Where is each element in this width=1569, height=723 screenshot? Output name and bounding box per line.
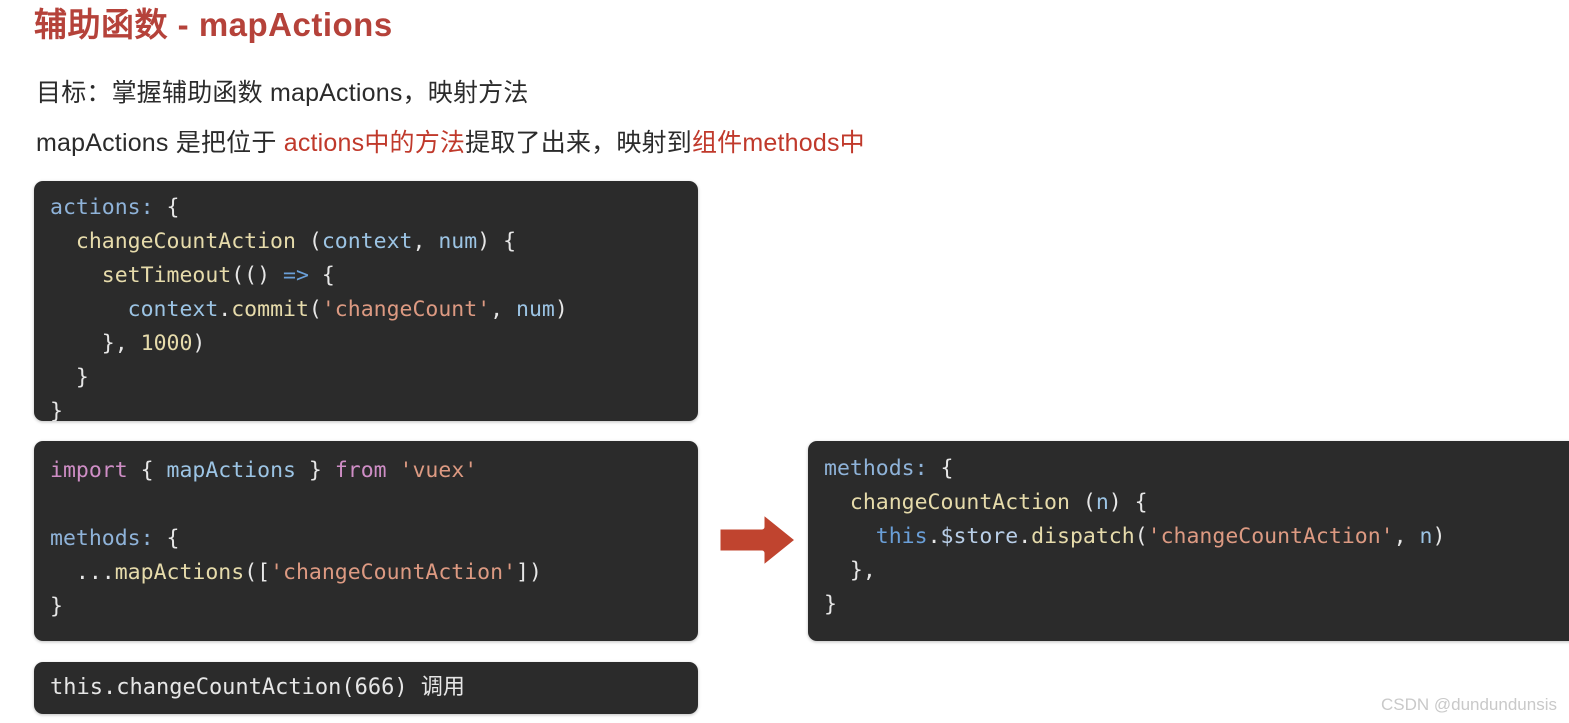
code-token-import-brace-close: } (295, 458, 335, 483)
code-token-from-keyword: from (334, 458, 387, 483)
code-token-fn-name: changeCountAction (75, 229, 296, 254)
code-token-param-num: num (438, 229, 478, 254)
desc-suffix: 中 (839, 129, 865, 157)
code-token-result-close-fn: }, (849, 558, 876, 583)
description-line: mapActions 是把位于 actions中的方法提取了出来，映射到组件me… (36, 123, 865, 159)
goal-line: 目标：掌握辅助函数 mapActions，映射方法 (36, 73, 529, 109)
code-token-commit-open: ( (308, 297, 322, 322)
code-call-text: this.changeCountAction(666) 调用 (50, 675, 465, 700)
code-token-mapactions-close: ]) (516, 560, 542, 585)
code-token-spread: ... (75, 560, 115, 585)
code-token-paren-close: ) { (477, 229, 517, 254)
desc-middle: 提取了出来，映射到 (465, 129, 692, 157)
code-token-result-close-methods: } (824, 592, 837, 617)
page-title: 辅助函数 - mapActions (34, 6, 393, 43)
code-token-commit: commit (231, 297, 309, 322)
code-token-number-1000: 1000 (140, 331, 193, 356)
desc-prefix: mapActions 是把位于 (36, 129, 284, 157)
code-token-result-paren-close: ) { (1108, 490, 1148, 515)
code-token-actions-key: actions: (50, 195, 154, 220)
code-token-string-changecount: 'changeCount' (321, 297, 491, 322)
code-token-this-dot: . (927, 524, 941, 549)
watermark: CSDN @dundundunsis (1380, 695, 1557, 714)
code-token-dispatch-string: 'changeCountAction' (1147, 524, 1394, 549)
code-token-result-fn-name: changeCountAction (849, 490, 1070, 515)
code-token-context-obj: context (127, 297, 219, 322)
code-token-settimeout-brace: { (308, 263, 335, 288)
code-token-import-name: mapActions (166, 458, 296, 483)
code-token-mapactions-call: mapActions (114, 560, 245, 585)
code-token-result-methods-key: methods: (824, 456, 928, 481)
code-token-dispatch-open: ( (1134, 524, 1148, 549)
code-token-methods-key: methods: (50, 526, 154, 551)
right-arrow-icon (714, 505, 802, 575)
code-token-arg-num: num (516, 297, 555, 322)
code-token-store-dot: . (1018, 524, 1032, 549)
desc-highlight-methods: 组件methods (691, 129, 840, 157)
code-token-settimeout-open: (() (231, 263, 284, 288)
code-token-methods-close: } (50, 594, 63, 619)
code-token-close-actions: } (50, 399, 63, 421)
code-token-store: $store (940, 524, 1019, 549)
code-token-param-context: context (321, 229, 413, 254)
code-block-mapactions-usage: import { mapActions } from 'vuex' method… (34, 441, 698, 641)
code-token-dot: . (218, 297, 232, 322)
code-token-dispatch-arg-n: n (1419, 524, 1433, 549)
code-token-arrow-operator: => (283, 263, 309, 288)
code-token-module-vuex: 'vuex' (386, 458, 478, 483)
code-token-paren-open: ( (295, 229, 322, 254)
code-token-close-brace-comma: }, (101, 331, 141, 356)
code-token-import-keyword: import (50, 458, 128, 483)
code-block-actions: actions: { changeCountAction (context, n… (34, 181, 698, 421)
code-token-dispatch-comma: , (1393, 524, 1420, 549)
code-block-methods-result: methods: { changeCountAction (n) { this.… (808, 441, 1569, 641)
code-token-commit-comma: , (490, 297, 517, 322)
code-token-string-changecountaction: 'changeCountAction' (270, 560, 517, 585)
code-token-dispatch-close: ) (1432, 524, 1446, 549)
code-token-commit-close: ) (554, 297, 568, 322)
code-token-result-param-n: n (1095, 490, 1109, 515)
code-token-import-brace-open: { (127, 458, 167, 483)
code-token-close-fn: } (75, 365, 89, 390)
code-token-settimeout: setTimeout (101, 263, 232, 288)
code-token-this-keyword: this (875, 524, 928, 549)
code-token-mapactions-open: ([ (244, 560, 271, 585)
code-block-call-example: this.changeCountAction(666) 调用 (34, 662, 698, 714)
code-token-comma: , (412, 229, 439, 254)
code-token-brace: { (153, 195, 180, 220)
code-token-dispatch: dispatch (1031, 524, 1135, 549)
code-token-result-paren-open: ( (1069, 490, 1096, 515)
code-token-methods-brace: { (153, 526, 180, 551)
code-token-result-methods-brace: { (927, 456, 954, 481)
goal-text: 目标：掌握辅助函数 mapActions，映射方法 (36, 79, 529, 107)
code-token-timeout-close: ) (192, 331, 206, 356)
desc-highlight-actions: actions中的方法 (283, 129, 466, 157)
